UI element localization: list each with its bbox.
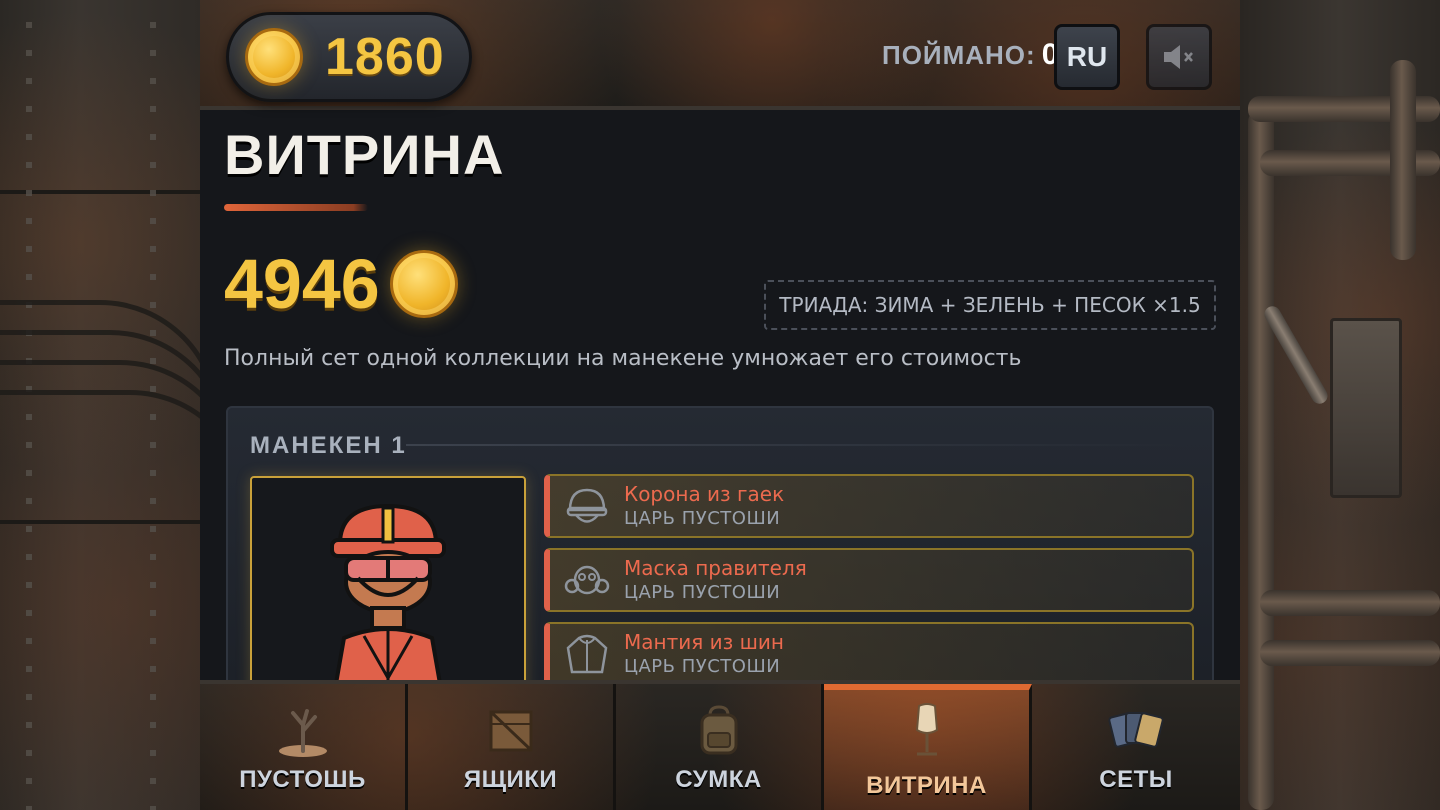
- item-name: Мантия из шин: [624, 630, 784, 654]
- tab-label: ПУСТОШЬ: [239, 766, 366, 793]
- mannequin-card: МАНЕКЕН 1 Корона из гаек ЦАРЬ ПУСТОШИ Ма…: [226, 406, 1214, 680]
- mannequin-item[interactable]: Маска правителя ЦАРЬ ПУСТОШИ: [544, 548, 1194, 612]
- tab-label: СЕТЫ: [1099, 766, 1173, 793]
- bottom-navigation: ПУСТОШЬ ЯЩИКИ СУМКА ВИТРИНА СЕТЫ: [200, 680, 1240, 810]
- tab-showcase[interactable]: ВИТРИНА: [824, 684, 1032, 810]
- mannequin-title: МАНЕКЕН 1: [250, 432, 407, 459]
- game-main-panel: 1860 ПОЙМАНО: 0 RU ВИТРИНА 4946 ТРИАДА: З…: [200, 0, 1240, 810]
- top-bar: 1860 ПОЙМАНО: 0 RU: [200, 0, 1240, 110]
- mannequin-icon: [895, 700, 959, 760]
- left-wall-backdrop: [0, 0, 250, 810]
- language-button[interactable]: RU: [1054, 24, 1120, 90]
- coin-amount: 1860: [325, 28, 445, 86]
- caught-label: ПОЙМАНО:: [882, 40, 1036, 70]
- right-wall-backdrop: [1240, 0, 1440, 810]
- mannequin-item[interactable]: Мантия из шин ЦАРЬ ПУСТОШИ: [544, 622, 1194, 680]
- tab-sets[interactable]: СЕТЫ: [1032, 684, 1240, 810]
- triad-bonus-badge: ТРИАДА: ЗИМА + ЗЕЛЕНЬ + ПЕСОК ×1.5: [764, 280, 1216, 330]
- triad-bonus-text: ТРИАДА: ЗИМА + ЗЕЛЕНЬ + ПЕСОК ×1.5: [779, 293, 1201, 317]
- caught-counter: ПОЙМАНО: 0: [882, 38, 1059, 72]
- coin-icon: [245, 28, 303, 86]
- mannequin-item[interactable]: Корона из гаек ЦАРЬ ПУСТОШИ: [544, 474, 1194, 538]
- cards-icon: [1104, 700, 1168, 760]
- item-name: Корона из гаек: [624, 482, 785, 506]
- gas-mask-icon: [564, 558, 610, 604]
- tab-crates[interactable]: ЯЩИКИ: [408, 684, 616, 810]
- title-underline: [224, 204, 368, 211]
- crate-icon: [479, 700, 543, 760]
- tab-bag[interactable]: СУМКА: [616, 684, 824, 810]
- set-bonus-hint: Полный сет одной коллекции на манекене у…: [224, 346, 1022, 371]
- wasteland-king-figure: [330, 503, 446, 680]
- coin-balance: 1860: [226, 12, 472, 102]
- item-name: Маска правителя: [624, 556, 807, 580]
- item-collection: ЦАРЬ ПУСТОШИ: [624, 656, 781, 677]
- item-collection: ЦАРЬ ПУСТОШИ: [624, 508, 781, 529]
- jacket-icon: [564, 632, 610, 678]
- coin-icon: [390, 250, 458, 318]
- item-collection: ЦАРЬ ПУСТОШИ: [624, 582, 781, 603]
- helmet-icon: [564, 484, 610, 530]
- language-label: RU: [1066, 41, 1108, 72]
- showcase-total-value: 4946: [224, 245, 380, 323]
- speaker-muted-icon: [1164, 45, 1193, 69]
- mute-button[interactable]: [1146, 24, 1212, 90]
- card-divider: [406, 444, 1192, 446]
- tab-label: СУМКА: [675, 766, 762, 793]
- backpack-icon: [687, 700, 751, 760]
- tab-label: ВИТРИНА: [866, 772, 987, 799]
- tab-label: ЯЩИКИ: [463, 766, 558, 793]
- tab-wasteland[interactable]: ПУСТОШЬ: [200, 684, 408, 810]
- dead-tree-icon: [271, 700, 335, 760]
- page-title: ВИТРИНА: [224, 123, 505, 186]
- mannequin-portrait[interactable]: [250, 476, 526, 680]
- showcase-content: ВИТРИНА 4946 ТРИАДА: ЗИМА + ЗЕЛЕНЬ + ПЕС…: [200, 114, 1240, 680]
